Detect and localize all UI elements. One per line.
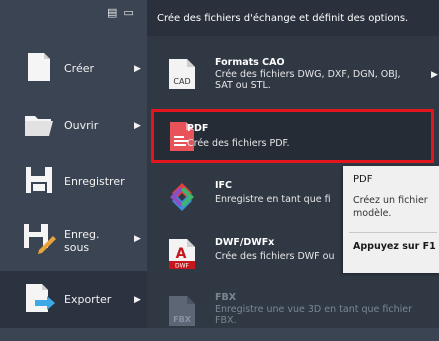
export-submenu: Crée des fichiers d'échange et définit d… (147, 0, 439, 328)
tooltip-help-hint: Appuyez sur F1 (353, 241, 436, 252)
menu-item-enregistrer[interactable]: Enregistrer (0, 153, 147, 210)
tooltip-title: PDF (353, 174, 373, 185)
export-item-title: Formats CAO (215, 57, 285, 68)
menu-item-exporter[interactable]: Exporter ▶ (0, 271, 147, 328)
dwf-icon-text: DWF (175, 263, 190, 270)
chevron-right-icon: ▶ (134, 233, 141, 244)
export-item-formats-cao[interactable]: CAD Formats CAO Crée des fichiers DWG, D… (147, 47, 439, 104)
chevron-right-icon: ▶ (134, 294, 141, 305)
ifc-logo-icon (170, 183, 194, 211)
open-folder-icon (25, 116, 53, 136)
chevron-right-icon: ▶ (431, 70, 438, 80)
svg-text:A: A (176, 246, 187, 262)
export-item-title: FBX (215, 292, 237, 303)
submenu-header-text: Crée des fichiers d'échange et définit d… (157, 13, 409, 24)
export-item-desc: Crée des fichiers PDF. (187, 138, 290, 149)
export-item-title: PDF (187, 123, 209, 134)
chevron-right-icon: ▶ (134, 120, 141, 131)
menu-item-label: Exporter (64, 292, 112, 306)
save-disk-icon (26, 167, 52, 193)
tooltip-divider (349, 232, 437, 233)
save-as-icon (24, 224, 56, 254)
menu-item-ouvrir[interactable]: Ouvrir ▶ (0, 97, 147, 154)
new-document-icon (28, 53, 50, 81)
dwf-file-icon: A DWF (169, 239, 195, 270)
menu-item-enregistrer-sous[interactable]: Enreg. sous ▶ (0, 210, 147, 267)
cad-file-icon: CAD (169, 59, 195, 89)
export-item-title: DWF/DWFx (215, 237, 275, 248)
export-item-title: IFC (215, 180, 232, 191)
menu-item-label: Enreg. sous (64, 228, 100, 254)
menu-item-label: Ouvrir (64, 118, 99, 132)
chevron-right-icon: ▶ (134, 63, 141, 74)
menu-item-label: Créer (64, 61, 95, 75)
export-icon (26, 284, 55, 312)
submenu-header: Crée des fichiers d'échange et définit d… (147, 0, 439, 36)
fbx-icon-text: FBX (173, 315, 192, 324)
application-menu-left-column: ▤ ▭ Créer ▶ Ouvrir ▶ Enregistrer Enreg. … (0, 0, 147, 328)
open-documents-icon[interactable]: ▭ (123, 6, 133, 19)
tooltip-desc: Créez un fichier modèle. (353, 195, 428, 219)
export-item-fbx: FBX FBX Enregistre une vue 3D en tant qu… (147, 284, 439, 341)
export-item-desc: Enregistre une vue 3D en tant que fichie… (215, 304, 412, 326)
menu-item-label: Enregistrer (64, 174, 125, 188)
recent-documents-icon[interactable]: ▤ (107, 6, 117, 19)
export-item-desc: Crée des fichiers DWG, DXF, DGN, OBJ, SA… (215, 69, 401, 91)
pdf-tooltip: PDF Créez un fichier modèle. Appuyez sur… (343, 166, 439, 273)
fbx-file-icon: FBX (169, 296, 195, 326)
quick-actions: ▤ ▭ (107, 6, 134, 19)
export-item-pdf[interactable]: PDF Crée des fichiers PDF. (151, 109, 434, 163)
menu-item-creer[interactable]: Créer ▶ (0, 40, 147, 97)
cad-icon-text: CAD (173, 77, 190, 86)
